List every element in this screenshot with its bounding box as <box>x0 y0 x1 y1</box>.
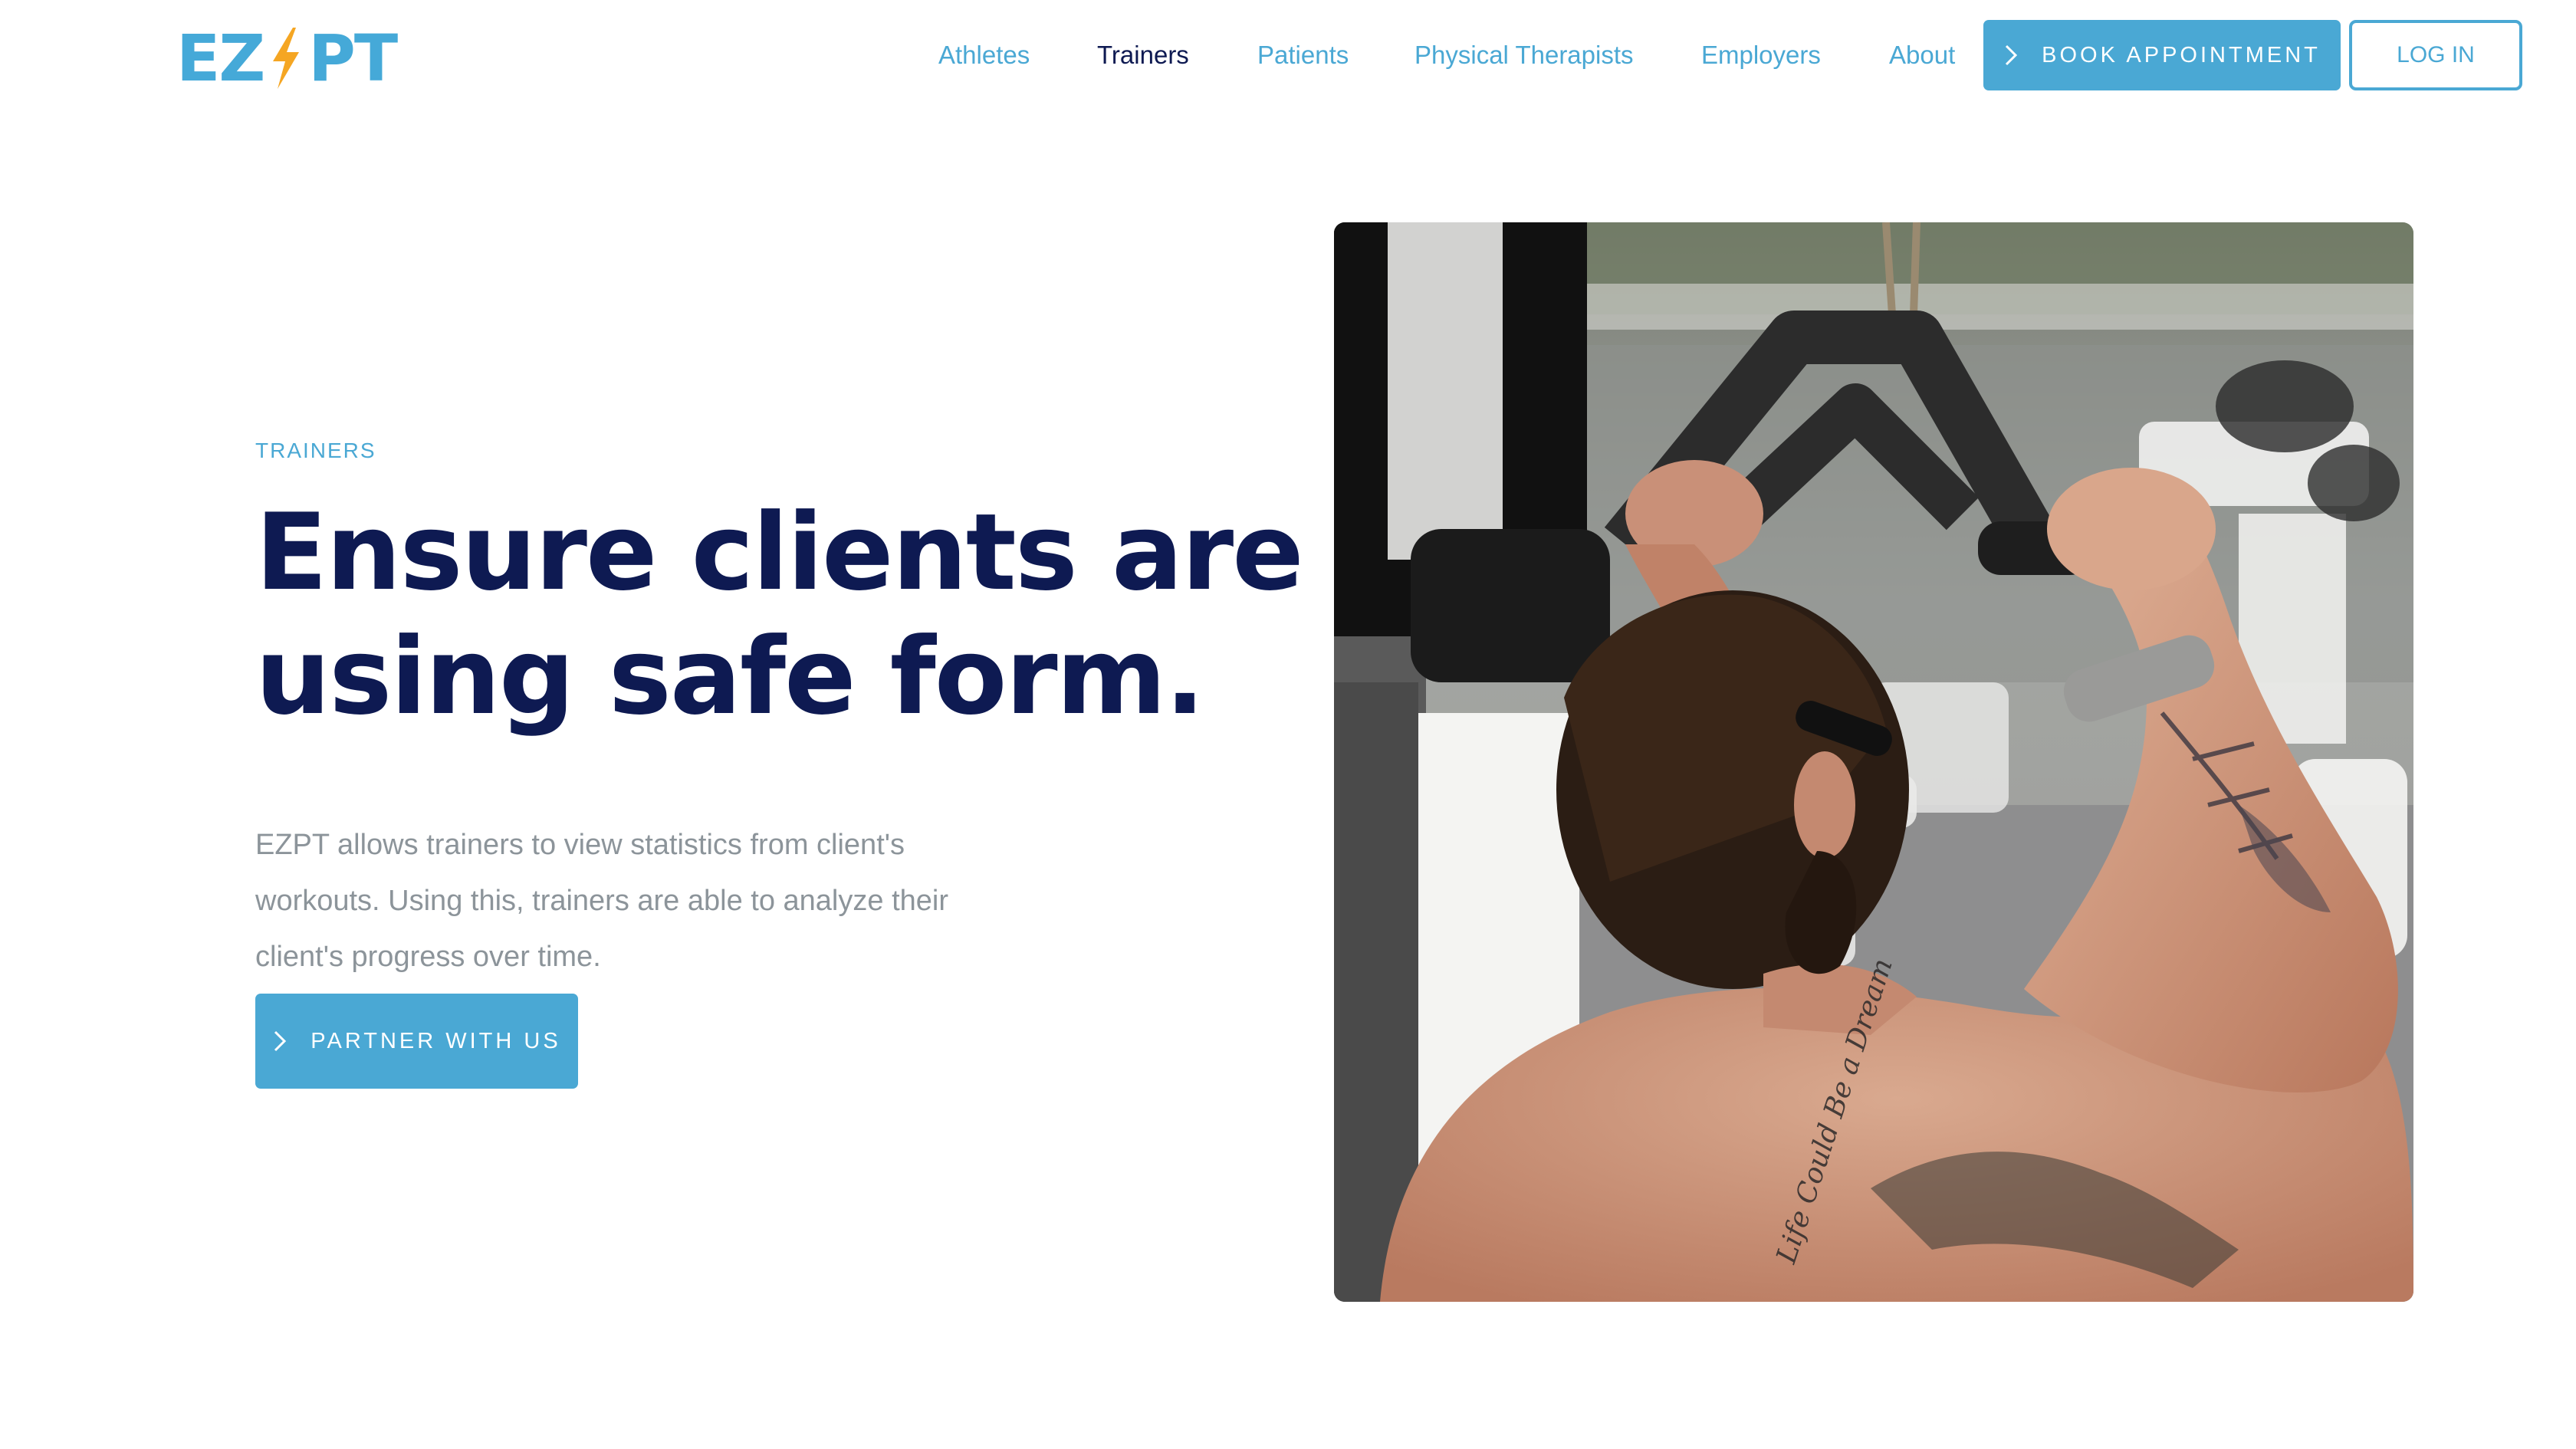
book-appointment-label: BOOK APPOINTMENT <box>2042 42 2321 67</box>
login-button[interactable]: LOG IN <box>2349 20 2522 90</box>
partner-with-us-label: PARTNER WITH US <box>310 1028 561 1053</box>
hero-description: EZPT allows trainers to view statistics … <box>255 829 948 973</box>
nav-employers[interactable]: Employers <box>1701 20 1821 90</box>
chevron-right-icon <box>274 1030 287 1052</box>
partner-with-us-button[interactable]: PARTNER WITH US <box>255 994 578 1089</box>
chevron-right-icon <box>2006 44 2018 66</box>
login-label: LOG IN <box>2397 42 2475 67</box>
hero-headline: Ensure clients are using safe form. <box>255 491 1304 739</box>
hero-photo: Life Could Be a Dream <box>1334 222 2413 1302</box>
nav-physical-therapists[interactable]: Physical Therapists <box>1414 20 1634 90</box>
gym-photo-illustration: Life Could Be a Dream <box>1334 222 2413 1302</box>
nav-trainers[interactable]: Trainers <box>1097 20 1189 90</box>
book-appointment-button[interactable]: BOOK APPOINTMENT <box>1983 20 2341 90</box>
section-eyebrow: TRAINERS <box>255 439 376 462</box>
nav-patients[interactable]: Patients <box>1257 20 1349 90</box>
nav-about[interactable]: About <box>1889 20 1955 90</box>
headline-line-1: Ensure clients are <box>255 491 1304 614</box>
headline-line-2: using safe form. <box>255 615 1205 738</box>
nav-athletes[interactable]: Athletes <box>938 20 1030 90</box>
